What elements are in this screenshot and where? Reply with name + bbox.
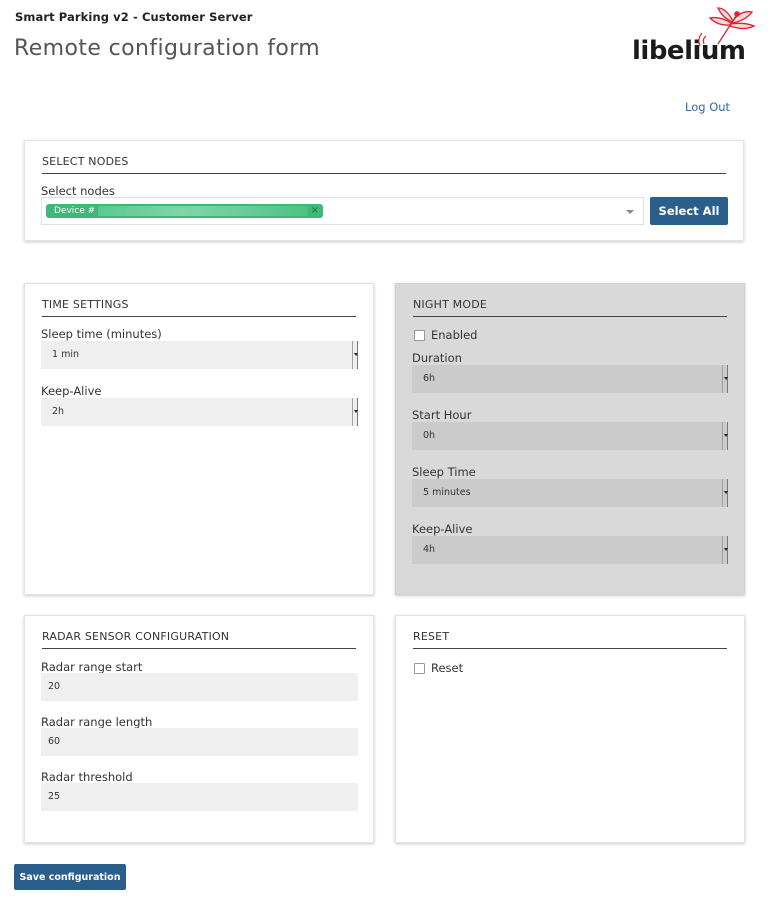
time-settings-panel: TIME SETTINGS Sleep time (minutes) 1 min… — [24, 283, 374, 595]
page-title: Remote configuration form — [14, 36, 321, 61]
libelium-logo: libelium — [628, 6, 758, 70]
select-arrow-icon — [722, 536, 728, 564]
select-arrow-icon — [352, 341, 358, 369]
night-sleep-time-value: 5 minutes — [423, 487, 471, 498]
chevron-down-icon[interactable] — [626, 210, 634, 214]
select-arrow-icon — [352, 398, 358, 426]
select-all-button[interactable]: Select All — [650, 197, 728, 225]
keepalive-value: 2h — [52, 406, 65, 417]
start-hour-value: 0h — [423, 430, 436, 441]
threshold-label: Radar threshold — [41, 770, 133, 784]
night-sleep-time-select[interactable]: 5 minutes — [412, 479, 728, 507]
logout-link[interactable]: Log Out — [685, 100, 730, 114]
night-keepalive-select[interactable]: 4h — [412, 536, 728, 564]
start-hour-label: Start Hour — [412, 408, 472, 422]
range-start-input[interactable]: 20 — [41, 673, 358, 701]
close-icon[interactable]: × — [311, 204, 319, 218]
node-tag-redacted — [98, 206, 308, 216]
night-mode-heading: NIGHT MODE — [413, 298, 727, 317]
select-nodes-label: Select nodes — [41, 184, 115, 198]
start-hour-select[interactable]: 0h — [412, 422, 728, 450]
select-arrow-icon — [722, 365, 728, 393]
night-keepalive-label: Keep-Alive — [412, 522, 473, 536]
night-keepalive-value: 4h — [423, 544, 436, 555]
reset-heading: RESET — [413, 630, 727, 649]
threshold-input[interactable]: 25 — [41, 783, 358, 811]
node-tag-label: Device # — [54, 206, 96, 216]
duration-value: 6h — [423, 373, 436, 384]
select-arrow-icon — [722, 422, 728, 450]
save-configuration-button[interactable]: Save configuration — [14, 864, 126, 890]
duration-label: Duration — [412, 351, 462, 365]
dragonfly-icon — [698, 7, 756, 47]
node-select-input[interactable]: Device # × — [41, 197, 644, 225]
reset-checkbox-row[interactable]: Reset — [414, 661, 463, 675]
radar-panel: RADAR SENSOR CONFIGURATION Radar range s… — [24, 615, 374, 843]
keepalive-select[interactable]: 2h — [41, 398, 358, 426]
node-tag[interactable]: Device # × — [46, 204, 323, 218]
enabled-checkbox-row[interactable]: Enabled — [414, 328, 477, 342]
reset-panel: RESET Reset — [395, 615, 745, 843]
select-nodes-panel: SELECT NODES Select nodes Device # × Sel… — [24, 140, 744, 241]
enabled-label: Enabled — [431, 328, 478, 342]
duration-select[interactable]: 6h — [412, 365, 728, 393]
night-mode-panel: NIGHT MODE Enabled Duration 6h Start Hou… — [395, 283, 745, 595]
select-arrow-icon — [722, 479, 728, 507]
radar-heading: RADAR SENSOR CONFIGURATION — [42, 630, 356, 649]
sleep-time-select[interactable]: 1 min — [41, 341, 358, 369]
app-title: Smart Parking v2 - Customer Server — [15, 10, 253, 24]
sleep-time-value: 1 min — [52, 349, 79, 360]
range-start-label: Radar range start — [41, 660, 143, 674]
time-settings-heading: TIME SETTINGS — [42, 298, 356, 317]
sleep-time-label: Sleep time (minutes) — [41, 327, 162, 341]
keepalive-label: Keep-Alive — [41, 384, 102, 398]
night-sleep-time-label: Sleep Time — [412, 465, 476, 479]
range-length-label: Radar range length — [41, 715, 153, 729]
range-length-input[interactable]: 60 — [41, 728, 358, 756]
reset-label: Reset — [431, 661, 464, 675]
enabled-checkbox[interactable] — [414, 329, 425, 341]
select-nodes-heading: SELECT NODES — [42, 155, 726, 174]
reset-checkbox[interactable] — [414, 662, 425, 674]
